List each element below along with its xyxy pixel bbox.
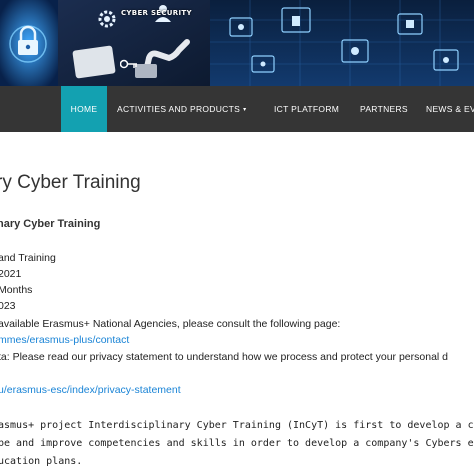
main-navigation: HOME ACTIVITIES AND PRODUCTS ▾ ICT PLATFO… <box>0 86 474 132</box>
detail-duration: Months <box>0 284 33 296</box>
nav-item-label: NEWS & EV <box>426 104 474 114</box>
banner-label: CYBER SECURITY <box>121 9 192 17</box>
header-banner: CYBER SECURITY <box>0 0 474 86</box>
hand-touch-icon <box>135 39 190 78</box>
nav-item-home[interactable]: HOME <box>61 86 107 132</box>
nav-item-label: ACTIVITIES AND PRODUCTS <box>117 104 241 114</box>
nav-item-partners[interactable]: PARTNERS <box>360 86 408 132</box>
nav-item-label: PARTNERS <box>360 104 408 114</box>
gear-icon <box>98 10 116 28</box>
detail-field-type: and Training <box>0 252 56 264</box>
nav-item-label: ICT PLATFORM <box>274 104 340 114</box>
description-line-1: asmus+ project Interdisciplinary Cyber T… <box>0 420 474 431</box>
nav-item-news-and-events[interactable]: NEWS & EV <box>426 86 474 132</box>
page-title: ry Cyber Training <box>0 172 141 193</box>
network-icon <box>229 7 459 73</box>
nav-item-ict-platform[interactable]: ICT PLATFORM <box>274 86 339 132</box>
detail-end-date: 023 <box>0 300 16 312</box>
nav-item-activities-and-products[interactable]: ACTIVITIES AND PRODUCTS ▾ <box>117 86 246 132</box>
description-line-2: pe and improve competencies and skills i… <box>0 438 474 449</box>
national-agencies-text: available Erasmus+ National Agencies, pl… <box>0 318 341 330</box>
description-line-3: ucation plans. <box>0 456 83 467</box>
contact-link[interactable]: mmes/erasmus-plus/contact <box>0 334 129 346</box>
page-subtitle: nary Cyber Training <box>0 218 101 230</box>
lock-icon <box>9 25 47 63</box>
privacy-statement-link[interactable]: u/erasmus-esc/index/privacy-statement <box>0 384 181 396</box>
privacy-notice-text: ta: Please read our privacy statement to… <box>0 351 449 363</box>
main-content: ry Cyber Training nary Cyber Training an… <box>0 132 474 474</box>
key-icon <box>120 59 137 69</box>
chevron-down-icon: ▾ <box>243 107 247 113</box>
nav-item-label: HOME <box>70 104 98 114</box>
tablet-icon <box>72 45 116 79</box>
detail-start-date: 2021 <box>0 268 22 280</box>
